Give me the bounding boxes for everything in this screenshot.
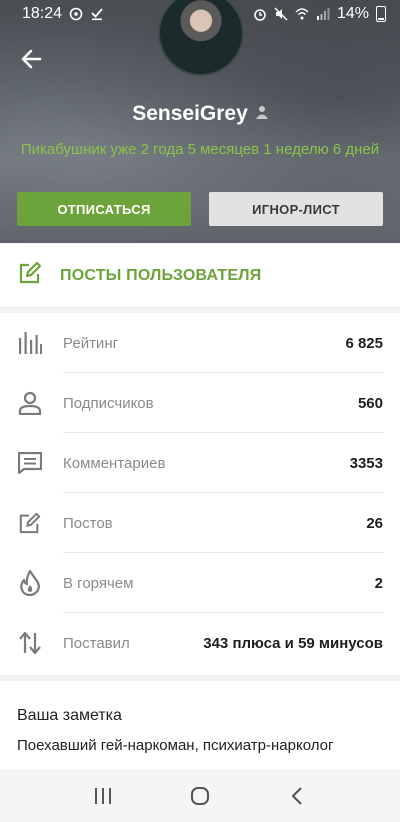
recent-apps-icon [95, 787, 112, 804]
alarm-icon [253, 7, 267, 21]
stat-row-rating: Рейтинг 6 825 [0, 313, 400, 373]
stat-value: 3353 [349, 454, 383, 472]
status-bar: 18:24 14% [0, 0, 400, 28]
arrow-left-icon [21, 49, 42, 69]
note-card[interactable]: Ваша заметка Поехавший гей-наркоман, пси… [0, 681, 400, 769]
stat-row-comments[interactable]: Комментариев 3353 [0, 433, 400, 493]
home-icon [190, 786, 209, 805]
edit-icon [17, 510, 43, 536]
stat-label: Комментариев [63, 454, 166, 472]
profile-header: 18:24 14% SenseiGrey Пикабушник уже 2 го… [0, 0, 400, 243]
recent-apps-button[interactable] [89, 782, 117, 810]
stat-label: Постов [63, 514, 113, 532]
back-nav-button[interactable] [283, 782, 311, 810]
stat-label: Подписчиков [63, 394, 154, 412]
home-button[interactable] [186, 782, 214, 810]
bar-chart-icon [17, 330, 43, 356]
user-posts-link[interactable]: ПОСТЫ ПОЛЬЗОВАТЕЛЯ [0, 244, 400, 308]
swap-vertical-icon [17, 630, 43, 656]
unsubscribe-button[interactable]: ОТПИСАТЬСЯ [17, 192, 191, 226]
person-icon [17, 390, 43, 416]
username-row: SenseiGrey [0, 102, 400, 126]
tenure-text: Пикабушник уже 2 года 5 месяцев 1 неделю… [20, 141, 380, 158]
note-text: Поехавший гей-наркоман, психиатр-нарколо… [17, 737, 334, 754]
status-time: 18:24 [22, 5, 63, 22]
signal-icon [316, 7, 330, 21]
battery-percent: 14% [336, 5, 369, 22]
battery-icon [376, 6, 386, 22]
stat-value: 560 [357, 394, 383, 412]
back-button[interactable] [18, 45, 46, 73]
mute-icon [274, 7, 288, 21]
stat-row-hot[interactable]: В горячем 2 [0, 553, 400, 613]
user-gender-icon [255, 105, 268, 124]
download-done-icon [90, 7, 104, 21]
note-title: Ваша заметка [17, 707, 122, 724]
comment-icon [17, 450, 43, 476]
stat-value: 26 [366, 514, 383, 532]
stat-row-posts[interactable]: Постов 26 [0, 493, 400, 553]
wifi-icon [295, 7, 309, 21]
stat-row-votes: Поставил 343 плюса и 59 минусов [0, 613, 400, 673]
stat-value: 6 825 [345, 334, 383, 352]
stat-value: 2 [374, 574, 383, 592]
stat-label: Рейтинг [63, 334, 119, 352]
stat-label: В горячем [63, 574, 134, 592]
stat-row-subscribers[interactable]: Подписчиков 560 [0, 373, 400, 433]
system-navigation-bar [0, 769, 400, 822]
stats-card: Рейтинг 6 825 Подписчиков 560 Комментари… [0, 313, 400, 675]
ignore-list-button[interactable]: ИГНОР-ЛИСТ [209, 192, 383, 226]
username: SenseiGrey [132, 102, 248, 125]
sync-icon [69, 7, 83, 21]
flame-icon [17, 570, 43, 596]
chevron-left-icon [291, 786, 302, 805]
edit-icon [18, 261, 42, 290]
stat-value: 343 плюса и 59 минусов [203, 634, 383, 652]
user-posts-label: ПОСТЫ ПОЛЬЗОВАТЕЛЯ [60, 266, 262, 284]
stat-label: Поставил [63, 634, 130, 652]
